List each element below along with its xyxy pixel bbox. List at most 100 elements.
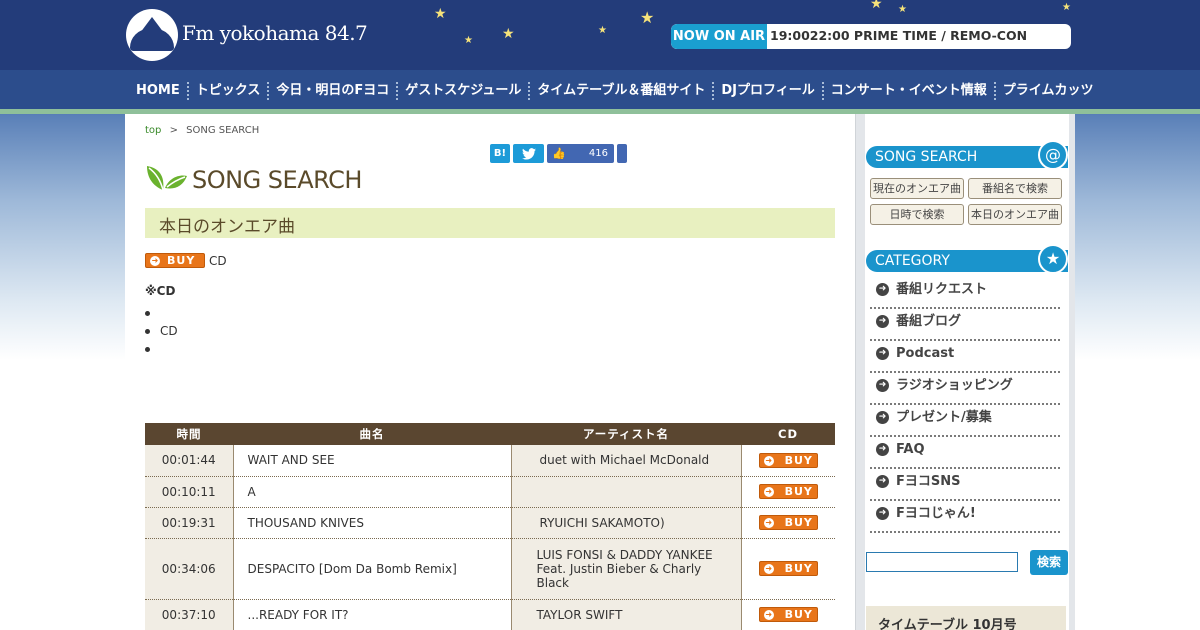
breadcrumb-top-link[interactable]: top bbox=[145, 125, 161, 136]
buy-button[interactable]: ➜ BUY bbox=[758, 515, 818, 530]
search-by-date-button[interactable]: 日時で検索 bbox=[870, 204, 964, 225]
arrow-right-icon: ➜ bbox=[763, 564, 774, 574]
site-header: ★ ★ ★ ★ ★ ★ ★ ★ Fm yokohama 84.7 NOW ON … bbox=[0, 0, 1200, 70]
facebook-like-button[interactable]: 👍 416 bbox=[547, 144, 614, 163]
buy-button-label: BUY bbox=[784, 516, 813, 529]
arrow-right-icon: ➜ bbox=[876, 315, 889, 328]
table-row: 00:37:10 ...READY FOR IT? TAYLOR SWIFT ➜ BUY bbox=[145, 599, 835, 630]
nav-item[interactable]: DJプロフィール bbox=[712, 82, 821, 100]
category-item[interactable]: ➜ プレゼント/募集 bbox=[870, 405, 1060, 437]
arrow-right-icon: ➜ bbox=[150, 256, 160, 266]
time-cell: 00:34:06 bbox=[145, 538, 234, 600]
col-header-artist: アーティスト名 bbox=[511, 423, 741, 445]
arrow-right-icon: ➜ bbox=[876, 379, 889, 392]
nav-item[interactable]: トピックス bbox=[186, 82, 268, 100]
thumbs-up-icon: 👍 bbox=[552, 147, 566, 160]
site-search-input[interactable] bbox=[866, 552, 1018, 572]
today-onair-button[interactable]: 本日のオンエア曲 bbox=[968, 204, 1062, 225]
arrow-right-icon: ➜ bbox=[876, 411, 889, 424]
arrow-right-icon: ➜ bbox=[763, 518, 774, 528]
facebook-share-button[interactable] bbox=[617, 144, 627, 163]
now-on-air-label: NOW ON AIR bbox=[671, 24, 767, 49]
cd-cell: ➜ BUY bbox=[741, 507, 835, 539]
table-row: 00:10:11 A ➜ BUY bbox=[145, 476, 835, 508]
section-heading: 本日のオンエア曲 bbox=[145, 208, 835, 238]
col-header-cd: CD bbox=[741, 423, 835, 445]
now-on-air-program: 19:0022:00 PRIME TIME / REMO-CON bbox=[770, 28, 1028, 43]
star-icon: ★ bbox=[640, 8, 655, 27]
table-row: 00:01:44 WAIT AND SEE duet with Michael M… bbox=[145, 445, 835, 477]
arrow-right-icon: ➜ bbox=[876, 347, 889, 360]
artist-cell: TAYLOR SWIFT bbox=[511, 599, 742, 630]
star-icon: ★ bbox=[598, 25, 607, 36]
buy-button[interactable]: ➜ BUY bbox=[145, 253, 205, 268]
category-item[interactable]: ➜ FAQ bbox=[870, 437, 1060, 469]
song-cell: A bbox=[233, 476, 512, 508]
time-cell: 00:19:31 bbox=[145, 507, 234, 539]
buy-cd-row: ➜ BUY CD bbox=[145, 253, 227, 268]
song-cell: WAIT AND SEE bbox=[233, 445, 512, 477]
nav-item[interactable]: タイムテーブル＆番組サイト bbox=[528, 82, 712, 100]
artist-cell bbox=[511, 476, 742, 508]
search-by-program-button[interactable]: 番組名で検索 bbox=[968, 178, 1062, 199]
arrow-right-icon: ➜ bbox=[876, 507, 889, 520]
category-item-label: プレゼント/募集 bbox=[896, 410, 992, 425]
buy-button[interactable]: ➜ BUY bbox=[758, 607, 818, 622]
arrow-right-icon: ➜ bbox=[876, 283, 889, 296]
twitter-share-button[interactable] bbox=[513, 144, 544, 163]
cd-cell: ➜ BUY bbox=[741, 445, 835, 477]
arrow-right-icon: ➜ bbox=[763, 487, 774, 497]
table-row: 00:19:31 THOUSAND KNIVES RYUICHI SAKAMOTO… bbox=[145, 507, 835, 539]
current-onair-button[interactable]: 現在のオンエア曲 bbox=[870, 178, 964, 199]
cd-cell: ➜ BUY bbox=[741, 476, 835, 508]
star-icon: ★ bbox=[502, 26, 515, 42]
category-list: ➜ 番組リクエスト ➜ 番組ブログ ➜ Podcast ➜ ラジオショッピング ➜ プレゼント/募… bbox=[870, 277, 1060, 533]
category-heading-text: CATEGORY bbox=[875, 253, 950, 269]
buy-button-label: BUY bbox=[784, 485, 813, 498]
list-item bbox=[145, 304, 445, 322]
col-header-song: 曲名 bbox=[233, 423, 511, 445]
star-icon: ★ bbox=[464, 35, 473, 46]
site-logo[interactable]: Fm yokohama 84.7 bbox=[126, 9, 368, 61]
category-item[interactable]: ➜ 番組リクエスト bbox=[870, 277, 1060, 309]
wave-logo-icon bbox=[126, 9, 178, 61]
nav-item[interactable]: コンサート・イベント情報 bbox=[821, 82, 994, 100]
star-icon: ★ bbox=[1062, 2, 1071, 13]
category-item[interactable]: ➜ ラジオショッピング bbox=[870, 373, 1060, 405]
song-search-heading: SONG SEARCH @ bbox=[866, 140, 1068, 170]
nav-item[interactable]: 今日・明日のFヨコ bbox=[267, 82, 396, 100]
arrow-right-icon: ➜ bbox=[763, 610, 774, 620]
buy-button[interactable]: ➜ BUY bbox=[758, 452, 818, 468]
nav-item[interactable]: ゲストスケジュール bbox=[396, 82, 528, 100]
star-icon: ★ bbox=[434, 6, 447, 22]
category-item[interactable]: ➜ Fヨコじゃん! bbox=[870, 501, 1060, 533]
nav-item[interactable]: HOME bbox=[128, 82, 187, 100]
artist-cell: duet with Michael McDonald bbox=[511, 445, 742, 477]
buy-button-label: BUY bbox=[167, 254, 196, 267]
share-buttons: B! 👍 416 bbox=[490, 144, 627, 163]
category-item[interactable]: ➜ 番組ブログ bbox=[870, 309, 1060, 341]
timetable-label: タイムテーブル 10月号 bbox=[878, 618, 1017, 630]
twitter-bird-icon bbox=[521, 148, 536, 160]
table-row: 00:34:06 DESPACITO [Dom Da Bomb Remix] LUI… bbox=[145, 538, 835, 600]
category-item[interactable]: ➜ Podcast bbox=[870, 341, 1060, 373]
buy-button[interactable]: ➜ BUY bbox=[758, 561, 818, 576]
song-cell: DESPACITO [Dom Da Bomb Remix] bbox=[233, 538, 512, 600]
star-icon: ★ bbox=[1038, 244, 1068, 274]
hatena-bookmark-button[interactable]: B! bbox=[490, 144, 510, 163]
search-button[interactable]: 検索 bbox=[1030, 550, 1068, 575]
buy-button[interactable]: ➜ BUY bbox=[758, 484, 818, 499]
section-heading-text: 本日のオンエア曲 bbox=[159, 217, 295, 237]
onair-songs-table: 時間 曲名 アーティスト名 CD 00:01:44 WAIT AND SEE du… bbox=[145, 423, 835, 630]
arrow-right-icon: ➜ bbox=[876, 475, 889, 488]
arrow-right-icon: ➜ bbox=[763, 455, 774, 466]
timetable-banner[interactable]: タイムテーブル 10月号 bbox=[866, 606, 1066, 630]
col-header-time: 時間 bbox=[145, 423, 233, 445]
page-title-text: SONG SEARCH bbox=[192, 166, 362, 194]
cd-cell: ➜ BUY bbox=[741, 599, 835, 630]
category-item[interactable]: ➜ FヨコSNS bbox=[870, 469, 1060, 501]
buy-row-text: CD bbox=[209, 253, 227, 268]
nav-item[interactable]: プライムカッツ bbox=[993, 82, 1101, 100]
breadcrumb-current: SONG SEARCH bbox=[186, 125, 260, 136]
now-on-air-bar[interactable]: NOW ON AIR 19:0022:00 PRIME TIME / REMO-… bbox=[671, 24, 1071, 49]
